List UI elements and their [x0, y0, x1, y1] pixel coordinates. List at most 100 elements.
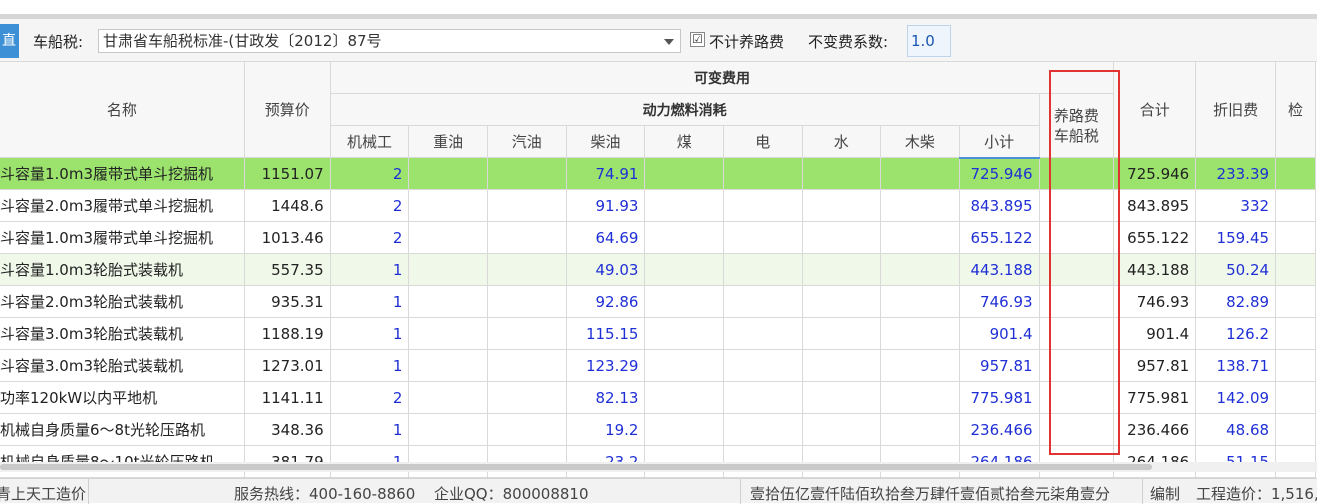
cell-worker[interactable]: 2 [329, 189, 410, 222]
cell-subtotal[interactable]: 725.946 [958, 157, 1040, 190]
cell-empty[interactable] [1275, 157, 1316, 190]
cell-empty[interactable] [722, 349, 803, 382]
cell-empty[interactable] [1275, 285, 1316, 318]
cell-empty[interactable] [1038, 349, 1115, 382]
cell-depreciation[interactable]: 233.39 [1195, 157, 1277, 190]
cell-worker[interactable]: 1 [329, 253, 410, 286]
cell-depreciation[interactable]: 126.2 [1195, 317, 1277, 350]
cell-empty[interactable] [1275, 381, 1316, 414]
cell-worker[interactable]: 1 [329, 349, 410, 382]
cell-empty[interactable] [1275, 253, 1316, 286]
cell-name[interactable]: 斗容量1.0m3轮胎式装载机 [0, 253, 245, 286]
table-row[interactable]: 斗容量3.0m3轮胎式装载机 1273.01 1 123.29 957.81 957.81… [0, 349, 1316, 382]
cell-depreciation[interactable]: 50.24 [1195, 253, 1277, 286]
table-row[interactable]: 斗容量2.0m3履带式单斗挖掘机 1448.6 2 91.93 843.895 843.8… [0, 189, 1316, 222]
cell-empty[interactable] [644, 221, 724, 254]
cell-budget[interactable]: 1013.46 [243, 221, 331, 254]
constant-coef-input[interactable]: 1.0 [907, 25, 951, 57]
cell-empty[interactable] [487, 285, 567, 318]
cell-empty[interactable] [408, 413, 488, 446]
cell-worker[interactable]: 2 [329, 221, 410, 254]
cell-budget[interactable]: 1151.07 [243, 157, 331, 190]
col-header-road-fee-tax[interactable]: 养路费 车船税 [1038, 93, 1115, 158]
col-header-overhaul[interactable]: 检 [1275, 61, 1316, 158]
cell-empty[interactable] [408, 221, 488, 254]
cell-empty[interactable] [1038, 221, 1115, 254]
cell-empty[interactable] [722, 317, 803, 350]
cell-empty[interactable] [644, 189, 724, 222]
col-header-gasoline[interactable]: 汽油 [487, 125, 567, 158]
cell-empty[interactable] [487, 221, 567, 254]
cell-total[interactable]: 725.946 [1113, 157, 1197, 190]
cell-depreciation[interactable]: 138.71 [1195, 349, 1277, 382]
cell-total[interactable]: 957.81 [1113, 349, 1197, 382]
cell-empty[interactable] [644, 317, 724, 350]
cell-subtotal[interactable]: 901.4 [958, 317, 1040, 350]
cell-budget[interactable]: 1188.19 [243, 317, 331, 350]
cell-diesel[interactable]: 115.15 [565, 317, 646, 350]
col-header-total[interactable]: 合计 [1113, 61, 1197, 158]
cell-budget[interactable]: 348.36 [243, 413, 331, 446]
cell-name[interactable]: 斗容量1.0m3履带式单斗挖掘机 [0, 221, 245, 254]
cell-empty[interactable] [408, 317, 488, 350]
cell-empty[interactable] [801, 189, 882, 222]
cell-empty[interactable] [880, 413, 960, 446]
cell-empty[interactable] [801, 349, 882, 382]
cell-empty[interactable] [1038, 413, 1115, 446]
cell-total[interactable]: 655.122 [1113, 221, 1197, 254]
cell-total[interactable]: 901.4 [1113, 317, 1197, 350]
cell-empty[interactable] [880, 253, 960, 286]
cell-empty[interactable] [408, 189, 488, 222]
cell-empty[interactable] [1275, 413, 1316, 446]
cell-subtotal[interactable]: 655.122 [958, 221, 1040, 254]
col-header-firewood[interactable]: 木柴 [880, 125, 960, 158]
cell-worker[interactable]: 2 [329, 381, 410, 414]
cell-empty[interactable] [487, 157, 567, 190]
cell-subtotal[interactable]: 957.81 [958, 349, 1040, 382]
col-header-electricity[interactable]: 电 [722, 125, 803, 158]
cell-empty[interactable] [880, 221, 960, 254]
cell-empty[interactable] [408, 349, 488, 382]
cell-budget[interactable]: 935.31 [243, 285, 331, 318]
cell-total[interactable]: 746.93 [1113, 285, 1197, 318]
cell-empty[interactable] [487, 317, 567, 350]
cell-empty[interactable] [722, 221, 803, 254]
col-header-subtotal[interactable]: 小计 [958, 125, 1040, 159]
table-row[interactable]: 斗容量1.0m3轮胎式装载机 557.35 1 49.03 443.188 443.188… [0, 253, 1316, 286]
cell-empty[interactable] [644, 157, 724, 190]
cell-name[interactable]: 斗容量2.0m3履带式单斗挖掘机 [0, 189, 245, 222]
cell-empty[interactable] [722, 413, 803, 446]
cell-depreciation[interactable]: 82.89 [1195, 285, 1277, 318]
col-header-name[interactable]: 名称 [0, 61, 245, 158]
cell-empty[interactable] [1275, 317, 1316, 350]
cell-name[interactable]: 斗容量3.0m3轮胎式装载机 [0, 317, 245, 350]
cell-empty[interactable] [487, 253, 567, 286]
cell-empty[interactable] [644, 285, 724, 318]
cell-diesel[interactable]: 19.2 [565, 413, 646, 446]
table-row[interactable]: 机械自身质量6～8t光轮压路机 348.36 1 19.2 236.466 236.466… [0, 413, 1316, 446]
cell-diesel[interactable]: 92.86 [565, 285, 646, 318]
cell-empty[interactable] [1038, 253, 1115, 286]
cell-name[interactable]: 功率120kW以内平地机 [0, 381, 245, 414]
cell-worker[interactable]: 2 [329, 157, 410, 190]
cell-worker[interactable]: 1 [329, 413, 410, 446]
table-row[interactable]: 功率120kW以内平地机 1141.11 2 82.13 775.981 775.981 1… [0, 381, 1316, 414]
cell-empty[interactable] [801, 253, 882, 286]
cell-name[interactable]: 机械自身质量6～8t光轮压路机 [0, 413, 245, 446]
cell-empty[interactable] [722, 253, 803, 286]
cell-empty[interactable] [487, 381, 567, 414]
cell-empty[interactable] [1038, 381, 1115, 414]
cell-subtotal[interactable]: 775.981 [958, 381, 1040, 414]
cell-subtotal[interactable]: 443.188 [958, 253, 1040, 286]
cell-empty[interactable] [801, 157, 882, 190]
cell-empty[interactable] [880, 189, 960, 222]
cell-total[interactable]: 236.466 [1113, 413, 1197, 446]
cell-worker[interactable]: 1 [329, 285, 410, 318]
col-header-heavy-oil[interactable]: 重油 [408, 125, 488, 158]
left-tab-button[interactable]: 直 [0, 24, 19, 58]
col-header-depreciation[interactable]: 折旧费 [1195, 61, 1277, 158]
cell-empty[interactable] [801, 317, 882, 350]
cell-empty[interactable] [1275, 189, 1316, 222]
cell-empty[interactable] [408, 285, 488, 318]
cell-budget[interactable]: 1448.6 [243, 189, 331, 222]
